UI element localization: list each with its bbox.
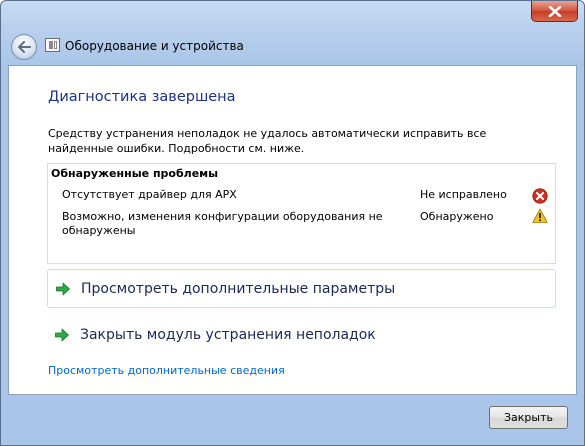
content-pane: Диагностика завершена Средству устранени… [8,65,577,395]
green-arrow-icon [55,328,69,341]
problem-text: Отсутствует драйвер для APX [62,188,237,201]
description-text: Средству устранения неполадок не удалось… [48,127,487,155]
warning-icon [532,208,548,223]
problems-title: Обнаруженные проблемы [51,167,219,180]
view-advanced-options-command[interactable]: Просмотреть дополнительные параметры [47,269,556,308]
title-bar: Оборудование и устройства [1,1,584,65]
window-title: Оборудование и устройства [65,39,244,53]
back-button[interactable] [11,34,37,60]
green-arrow-icon [56,282,70,295]
close-button[interactable]: Закрыть [489,406,568,429]
view-details-link[interactable]: Просмотреть дополнительные сведения [48,364,285,377]
command-label: Закрыть модуль устранения неполадок [80,326,376,343]
error-icon [532,188,548,204]
problem-status: Обнаружено [420,210,494,223]
devices-icon [45,38,60,52]
page-heading: Диагностика завершена [48,89,236,105]
problem-status: Не исправлено [420,188,507,201]
command-label: Просмотреть дополнительные параметры [81,280,396,297]
troubleshooter-window: Оборудование и устройства Диагностика за… [0,0,585,446]
window-close-button[interactable] [531,1,578,22]
problems-panel: Обнаруженные проблемы Отсутствует драйве… [47,163,556,264]
close-troubleshooter-command[interactable]: Закрыть модуль устранения неполадок [47,315,556,354]
problem-text: Возможно, изменения конфигурации оборудо… [62,210,383,237]
back-arrow-icon [18,41,31,53]
close-icon [548,5,561,17]
